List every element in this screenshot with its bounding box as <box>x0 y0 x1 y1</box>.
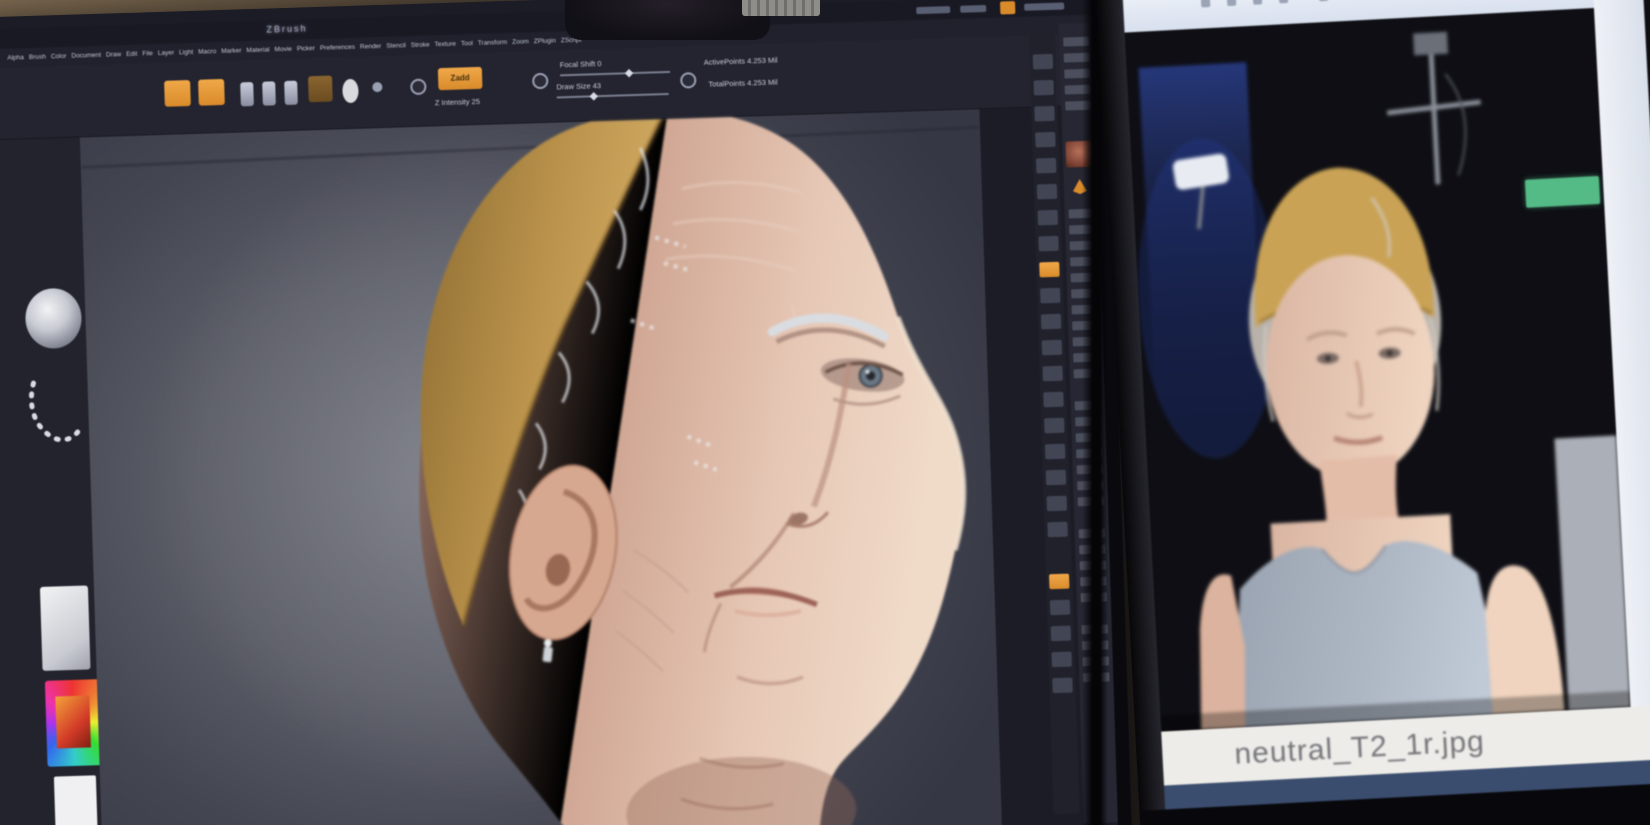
shelf-button[interactable] <box>1044 418 1064 434</box>
menu-item-texture[interactable]: Texture <box>434 41 456 49</box>
toolbar-button-icon[interactable] <box>1227 0 1236 6</box>
shelf-button[interactable] <box>1052 678 1072 694</box>
menu-item-stencil[interactable]: Stencil <box>386 42 406 50</box>
move-tool-icon[interactable] <box>262 81 276 105</box>
titlebar-fragment <box>1024 3 1064 11</box>
shelf-button[interactable] <box>1034 106 1054 122</box>
toolbar-button-icon[interactable] <box>1279 0 1288 3</box>
z-intensity-slider-label[interactable]: Z Intensity 25 <box>435 97 480 107</box>
menu-item-macro[interactable]: Macro <box>198 48 216 56</box>
menu-item-transform[interactable]: Transform <box>478 39 508 47</box>
zbrush-title: ZBrush <box>266 23 307 34</box>
shelf-button[interactable] <box>1051 626 1071 642</box>
menu-item-draw[interactable]: Draw <box>106 51 121 58</box>
shelf-button[interactable] <box>1047 522 1067 538</box>
total-points-counter: TotalPoints 4.253 Mil <box>708 78 777 89</box>
menu-item-document[interactable]: Document <box>71 52 101 60</box>
rgb-button[interactable] <box>372 82 382 92</box>
focal-shift-slider-label[interactable]: Focal Shift 0 <box>560 59 602 69</box>
menu-item-marker[interactable]: Marker <box>221 47 241 55</box>
lightbox-button[interactable] <box>164 80 191 107</box>
alpha-thumbnail[interactable] <box>40 585 91 670</box>
scale-tool-icon[interactable] <box>284 81 298 105</box>
filename-text: neutral_T2_1r.jpg <box>1234 725 1486 772</box>
stroke-curve-icon[interactable] <box>23 375 85 451</box>
reference-photo <box>1125 8 1631 732</box>
menu-item-picker[interactable]: Picker <box>297 45 315 53</box>
menu-item-brush[interactable]: Brush <box>29 54 46 62</box>
zintensity-knob-icon[interactable] <box>410 79 426 95</box>
webcam <box>565 0 770 40</box>
toolbar-button-icon[interactable] <box>1253 0 1262 5</box>
shelf-button[interactable] <box>1036 158 1056 174</box>
mrgb-button[interactable] <box>342 79 359 103</box>
right-monitor-reference: neutral_T2_1r.jpg <box>1096 0 1650 825</box>
brush-preview-sphere[interactable] <box>25 288 83 350</box>
menu-item-layer[interactable]: Layer <box>158 49 174 57</box>
workstation-scene: ZBrush Alpha Brush Color Document Draw E… <box>0 0 1650 825</box>
current-color-swatch[interactable] <box>54 775 98 825</box>
shelf-button[interactable] <box>1033 54 1053 70</box>
toolbar-button-icon[interactable] <box>1201 0 1210 8</box>
rotate-tool-button[interactable] <box>308 76 333 103</box>
shelf-button[interactable] <box>1051 652 1071 668</box>
menu-item-stroke[interactable]: Stroke <box>411 41 430 49</box>
menu-item-zplugin[interactable]: ZPlugin <box>534 37 556 45</box>
toolbar-button-icon[interactable] <box>1319 0 1328 1</box>
menu-item-color[interactable]: Color <box>51 53 67 60</box>
shelf-button[interactable] <box>1035 132 1055 148</box>
menu-item-edit[interactable]: Edit <box>126 51 137 58</box>
left-monitor-zbrush: ZBrush Alpha Brush Color Document Draw E… <box>0 0 1132 825</box>
shelf-button[interactable] <box>1047 496 1067 512</box>
titlebar-fragment <box>916 6 950 14</box>
focal-shift-slider[interactable] <box>560 71 670 76</box>
active-points-counter: ActivePoints 4.253 Mil <box>704 56 778 67</box>
menu-item-render[interactable]: Render <box>360 43 382 51</box>
reference-photo-woman <box>1125 8 1631 732</box>
titlebar-fragment <box>960 5 986 13</box>
sculpt-head-elderly-woman <box>80 109 1003 825</box>
webcam-clamp <box>742 0 820 16</box>
shelf-button[interactable] <box>1038 210 1058 226</box>
menu-item-light[interactable]: Light <box>179 49 193 56</box>
shelf-button[interactable] <box>1043 392 1063 408</box>
shelf-button[interactable] <box>1050 600 1070 616</box>
menu-item-tool[interactable]: Tool <box>461 40 473 47</box>
shelf-button[interactable] <box>1042 340 1062 356</box>
draw-size-slider[interactable] <box>557 93 669 99</box>
color-picker-core[interactable] <box>55 695 91 748</box>
menu-item-zoom[interactable]: Zoom <box>512 38 529 46</box>
color-picker[interactable] <box>45 679 102 767</box>
focal-shift-knob-icon[interactable] <box>532 73 548 89</box>
focal-shift-slider-knob[interactable] <box>625 69 633 77</box>
shelf-button[interactable] <box>1033 80 1053 96</box>
shelf-button-active[interactable] <box>1049 574 1069 590</box>
shelf-button[interactable] <box>1038 236 1058 252</box>
sculpt-viewport[interactable] <box>80 109 1003 825</box>
menu-item-file[interactable]: File <box>142 50 153 57</box>
points-counter-icon <box>680 72 696 88</box>
shelf-button-active[interactable] <box>1039 262 1059 278</box>
edit-mode-button[interactable] <box>198 79 225 106</box>
shelf-button[interactable] <box>1041 314 1061 330</box>
zadd-button[interactable]: Zadd <box>438 67 483 90</box>
shelf-button[interactable] <box>1037 184 1057 200</box>
status-badge <box>1525 176 1600 208</box>
draw-tool-icon[interactable] <box>240 82 254 106</box>
titlebar-orange-button[interactable] <box>1000 1 1015 14</box>
shelf-button[interactable] <box>1042 366 1062 382</box>
draw-size-slider-label[interactable]: Draw Size 43 <box>556 81 601 91</box>
menu-item-movie[interactable]: Movie <box>274 46 292 54</box>
draw-size-slider-knob[interactable] <box>590 92 598 100</box>
shelf-button[interactable] <box>1045 444 1065 460</box>
shelf-button[interactable] <box>1046 470 1066 486</box>
menu-item-material[interactable]: Material <box>246 46 269 54</box>
menu-item-alpha[interactable]: Alpha <box>7 54 24 62</box>
menu-item-preferences[interactable]: Preferences <box>320 44 355 52</box>
shelf-button[interactable] <box>1040 288 1060 304</box>
